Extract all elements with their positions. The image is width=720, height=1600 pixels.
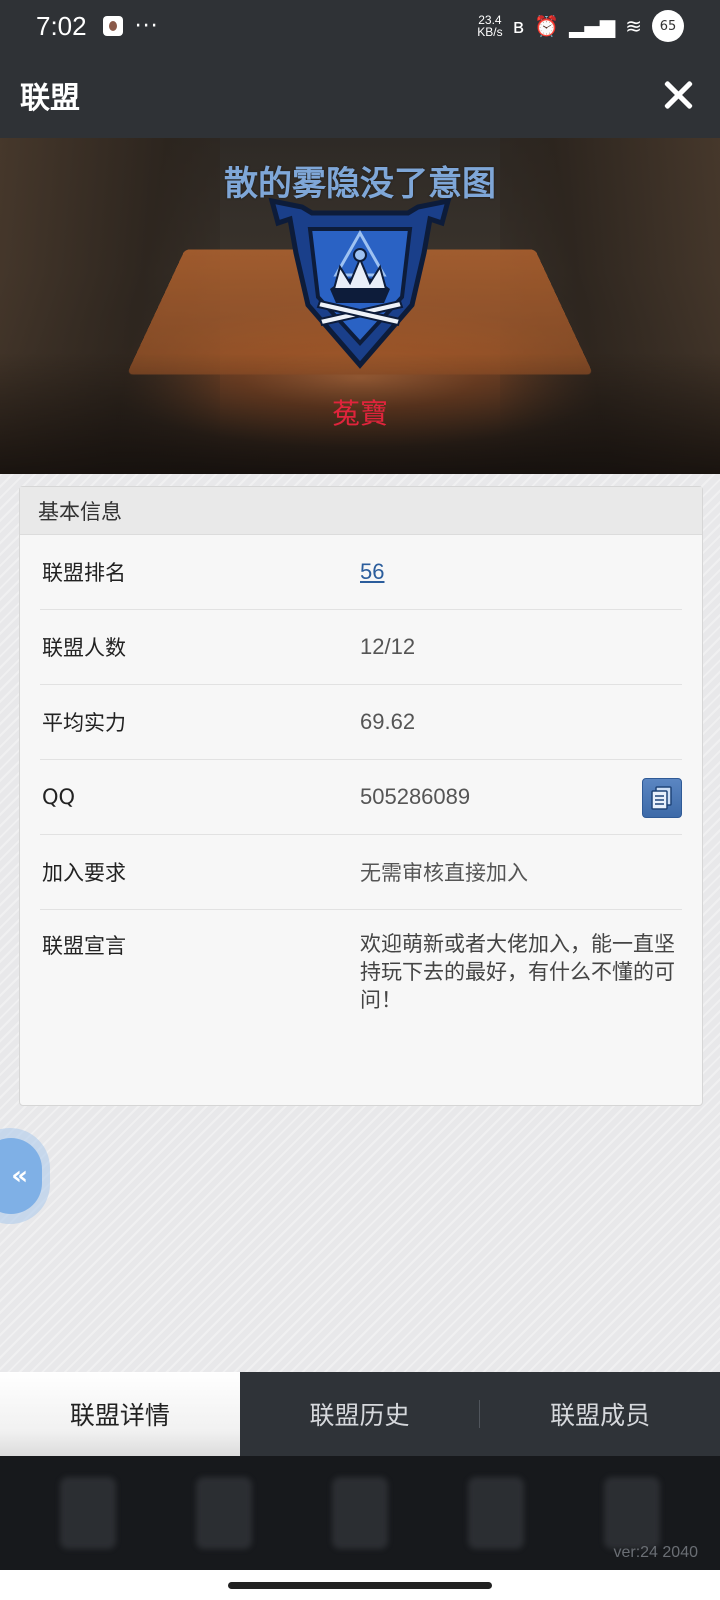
copy-qq-button[interactable] [642,778,682,818]
guild-emblem-icon [268,197,452,369]
guild-declaration: 欢迎萌新或者大佬加入，能一直坚持玩下去的最好，有什么不懂的可问！ [360,932,675,1012]
battery-icon: 65 [652,10,684,42]
title-bar: 联盟 [0,52,720,138]
info-row-join-requirement: 加入要求 无需审核直接加入 [40,835,682,910]
tab-bar: 联盟详情 联盟历史 联盟成员 [0,1372,720,1456]
info-row-rank: 联盟排名 56 [40,535,682,610]
signal-icon: ▂▄▆ [569,14,616,38]
close-icon[interactable] [656,73,700,117]
page-title: 联盟 [20,81,80,116]
info-row-avg-power: 平均实力 69.62 [40,685,682,760]
tab-guild-details[interactable]: 联盟详情 [0,1372,240,1456]
blurred-nav-icon [604,1477,660,1549]
status-bar: 7:02 ··· 23.4 KB/s ʙ ⏰ ▂▄▆ ≋ 65 [0,0,720,52]
info-value: 无需审核直接加入 [360,861,528,885]
copy-icon [651,786,672,810]
blurred-nav-icon [468,1477,524,1549]
clock: 7:02 [36,10,87,41]
info-label: QQ [42,785,76,809]
tab-guild-members[interactable]: 联盟成员 [480,1372,720,1456]
tab-guild-history[interactable]: 联盟历史 [240,1372,480,1456]
guild-banner: 散的雾隐没了意图 菟寶 [0,138,720,474]
info-label: 联盟人数 [42,636,126,660]
guild-name: 菟寶 [331,397,388,430]
info-label: 平均实力 [42,711,126,735]
network-speed: 23.4 KB/s [477,13,503,39]
chevron-left-icon: « [0,1138,42,1214]
home-indicator[interactable] [228,1582,492,1589]
app-notification-icon [102,16,123,36]
bluetooth-icon: ʙ [512,14,525,38]
info-label: 加入要求 [42,861,126,885]
more-notifications-icon: ··· [134,13,159,39]
info-row-qq: QQ 505286089 [40,760,682,835]
section-title: 基本信息 [20,487,702,535]
info-value: 12/12 [360,634,416,659]
info-row-declaration: 联盟宣言 欢迎萌新或者大佬加入，能一直坚持玩下去的最好，有什么不懂的可问！ [40,910,682,1014]
info-label: 联盟排名 [42,561,126,585]
alarm-icon: ⏰ [534,14,560,38]
basic-info-panel: 基本信息 联盟排名 56 联盟人数 12/12 平均实力 69.62 QQ 50… [19,486,703,1106]
info-row-members: 联盟人数 12/12 [40,610,682,685]
blurred-nav-icon [196,1477,252,1549]
info-label: 联盟宣言 [42,934,126,958]
info-value: 69.62 [360,709,416,734]
blurred-nav-icon [60,1477,116,1549]
version-label: ver:24 2040 [613,1544,698,1561]
background-game-nav: ver:24 2040 [0,1456,720,1570]
wifi-icon: ≋ [625,14,642,38]
info-value: 505286089 [360,784,471,809]
guild-rank-link[interactable]: 56 [360,559,384,585]
blurred-nav-icon [332,1477,388,1549]
